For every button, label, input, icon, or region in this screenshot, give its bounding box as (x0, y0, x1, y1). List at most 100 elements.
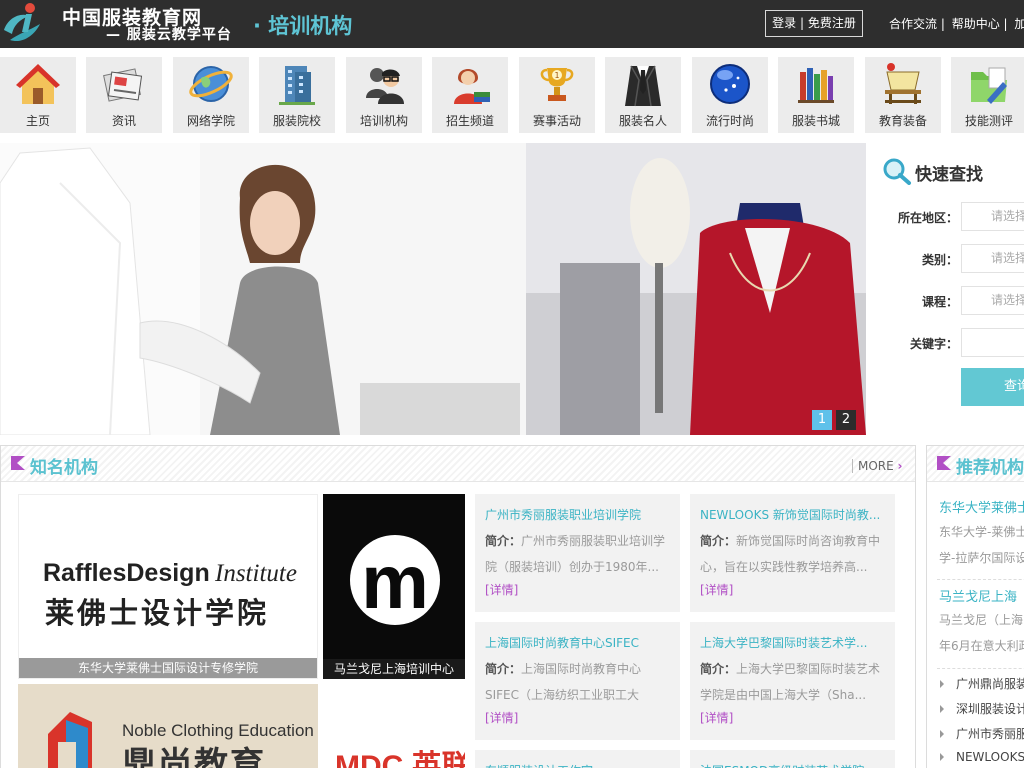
panel-header: 推荐机构 (927, 446, 1024, 482)
category-select[interactable]: 请选择 (961, 244, 1024, 273)
institution-name[interactable]: 上海大学巴黎国际时装艺术学... (700, 630, 885, 656)
institution-card[interactable]: 上海国际时尚教育中心SIFEC 简介：上海国际时尚教育中心SIFEC（上海纺织工… (475, 622, 680, 740)
recommended-list-item[interactable]: 广州市秀丽服 (940, 725, 1024, 742)
detail-link[interactable]: [详情] (700, 580, 885, 600)
people-icon (366, 68, 404, 104)
more-link[interactable]: MORE › (852, 459, 903, 473)
institution-name[interactable]: 东顺服装设计工作室 (485, 758, 670, 768)
nav-label: 流行时尚 (705, 114, 754, 128)
institution-name[interactable]: 法国ESMOD高级时装艺术学院 (700, 758, 885, 768)
trophy-icon: 1 (540, 68, 574, 101)
nav-item-training[interactable]: 培训机构 (346, 57, 422, 133)
intro-label: 简介： (485, 662, 522, 676)
nav-item-home[interactable]: 主页 (0, 57, 76, 133)
link-cooperation[interactable]: 合作交流 | (889, 17, 945, 31)
site-logo-icon[interactable] (0, 0, 44, 44)
nav-item-fashion-schools[interactable]: 服装院校 (259, 57, 335, 133)
recommended-desc: 马兰戈尼（上海 (939, 613, 1024, 627)
recommended-item-label: 广州市秀丽服 (956, 727, 1024, 741)
course-select[interactable]: 请选择 (961, 286, 1024, 315)
detail-link[interactable]: [详情] (700, 708, 885, 728)
course-label: 课程： (921, 295, 958, 309)
quick-search-title: 快速查找 (915, 165, 983, 185)
recommended-featured-link[interactable]: 马兰戈尼上海 (939, 586, 1017, 605)
institution-name[interactable]: 广州市秀丽服装职业培训学院 (485, 502, 670, 528)
nav-label: 赛事活动 (532, 114, 581, 128)
institution-intro: 简介：广州市秀丽服装职业培训学院（服装培训）创办于1980年... (485, 528, 670, 580)
nav-item-news[interactable]: 资讯 (86, 57, 162, 133)
detail-link[interactable]: [详情] (485, 580, 670, 600)
institution-card[interactable]: NEWLOOKS 新饰觉国际时尚教... 简介：新饰觉国际时尚咨询教育中心，旨在… (690, 494, 895, 612)
raffles-name-cn: 莱佛士设计学院 (45, 596, 269, 630)
nav-label: 网络学院 (186, 114, 235, 128)
nav-item-skill-assessment[interactable]: 技能测评 (951, 57, 1024, 133)
link-more[interactable]: 加 (1014, 17, 1024, 31)
region-select[interactable]: 请选择 (961, 202, 1024, 231)
section-marker-icon (937, 456, 951, 470)
nav-item-competitions[interactable]: 1 赛事活动 (519, 57, 595, 133)
nav-item-admissions[interactable]: 招生频道 (432, 57, 508, 133)
banner-page-2[interactable]: 2 (836, 410, 856, 430)
search-button[interactable]: 查询 (961, 368, 1024, 406)
mdc-logo: MDC 英联 (335, 750, 465, 768)
top-links: 合作交流 | 帮助中心 | 加 (889, 15, 1024, 32)
noble-cn: 鼎尚教育 (122, 745, 266, 768)
search-icon (883, 158, 911, 185)
building-icon (279, 66, 315, 105)
institution-intro: 简介：上海国际时尚教育中心SIFEC（上海纺织工业职工大 (485, 656, 670, 708)
nav-item-celebrities[interactable]: 服装名人 (605, 57, 681, 133)
recommended-list-item[interactable]: 深圳服装设计 (940, 700, 1024, 717)
nav-item-online-academy[interactable]: 网络学院 (173, 57, 249, 133)
nav-label: 服装名人 (618, 114, 667, 128)
news-icon (103, 68, 143, 102)
intro-label: 简介： (485, 534, 522, 548)
login-register-button[interactable]: 登录 | 免费注册 (765, 10, 863, 37)
panel-header: 知名机构 (1, 446, 915, 482)
logo-card-raffles[interactable]: RafflesDesign Institute 莱佛士设计学院 东华大学莱佛士国… (18, 494, 318, 679)
recommended-list-item[interactable]: NEWLOOKS (940, 750, 1024, 764)
logo-card-mdc[interactable]: MDC 英联 (323, 684, 465, 768)
hero-banner[interactable] (0, 143, 866, 435)
nav-label: 教育装备 (878, 114, 927, 128)
raffles-name-1: RafflesDesign (43, 559, 210, 587)
recommended-item-label: 深圳服装设计 (956, 702, 1024, 716)
nav-item-bookstore[interactable]: 服装书城 (778, 57, 854, 133)
institution-name[interactable]: NEWLOOKS 新饰觉国际时尚教... (700, 502, 885, 528)
panel-title: 推荐机构 (956, 458, 1024, 478)
logo-card-marangoni[interactable]: m 马兰戈尼上海培训中心 (323, 494, 465, 679)
svg-text:1: 1 (554, 71, 559, 80)
keyword-input[interactable] (961, 328, 1024, 357)
recommended-list-item[interactable]: 广州鼎尚服装 (940, 675, 1024, 692)
nav-label: 资讯 (111, 114, 136, 128)
bullet-icon (940, 730, 948, 738)
more-arrow-icon: › (897, 459, 903, 473)
site-subtitle: — 服装云教学平台 (106, 27, 232, 43)
nav-item-equipment[interactable]: 教育装备 (865, 57, 941, 133)
nav-label: 主页 (25, 114, 50, 128)
mdc-text: MDC 英联 (335, 750, 465, 768)
nav-item-fashion-trends[interactable]: 流行时尚 (692, 57, 768, 133)
recommended-featured-link[interactable]: 东华大学莱佛士 (939, 497, 1024, 516)
institution-name[interactable]: 上海国际时尚教育中心SIFEC (485, 630, 670, 656)
institution-card[interactable]: 上海大学巴黎国际时装艺术学... 简介：上海大学巴黎国际时装艺术学院是由中国上海… (690, 622, 895, 740)
institution-card[interactable]: 法国ESMOD高级时装艺术学院 (690, 750, 895, 768)
institution-intro: 简介：上海大学巴黎国际时装艺术学院是由中国上海大学（Sha... (700, 656, 885, 708)
region-label: 所在地区： (898, 211, 959, 225)
section-title: · 培训机构 (253, 14, 353, 38)
raffles-name-2: Institute (214, 560, 297, 587)
institution-card[interactable]: 广州市秀丽服装职业培训学院 简介：广州市秀丽服装职业培训学院（服装培训）创办于1… (475, 494, 680, 612)
institution-intro: 简介：新饰觉国际时尚咨询教育中心，旨在以实践性教学培养高... (700, 528, 885, 580)
student-icon (454, 69, 490, 104)
detail-link[interactable]: [详情] (485, 708, 670, 728)
link-help-center[interactable]: 帮助中心 | (952, 17, 1008, 31)
institution-card[interactable]: 东顺服装设计工作室 (475, 750, 680, 768)
recommended-item-label: NEWLOOKS (956, 750, 1024, 764)
folder-icon (971, 67, 1007, 104)
category-label: 类别： (921, 253, 958, 267)
logo-card-noble[interactable]: Noble Clothing Education 鼎尚教育 (18, 684, 318, 768)
noble-en: Noble Clothing Education (122, 721, 314, 740)
logo-caption: 东华大学莱佛士国际设计专修学院 (19, 658, 317, 678)
keyword-label: 关键字： (909, 337, 958, 351)
banner-page-1[interactable]: 1 (812, 410, 832, 430)
intro-label: 简介： (700, 662, 737, 676)
